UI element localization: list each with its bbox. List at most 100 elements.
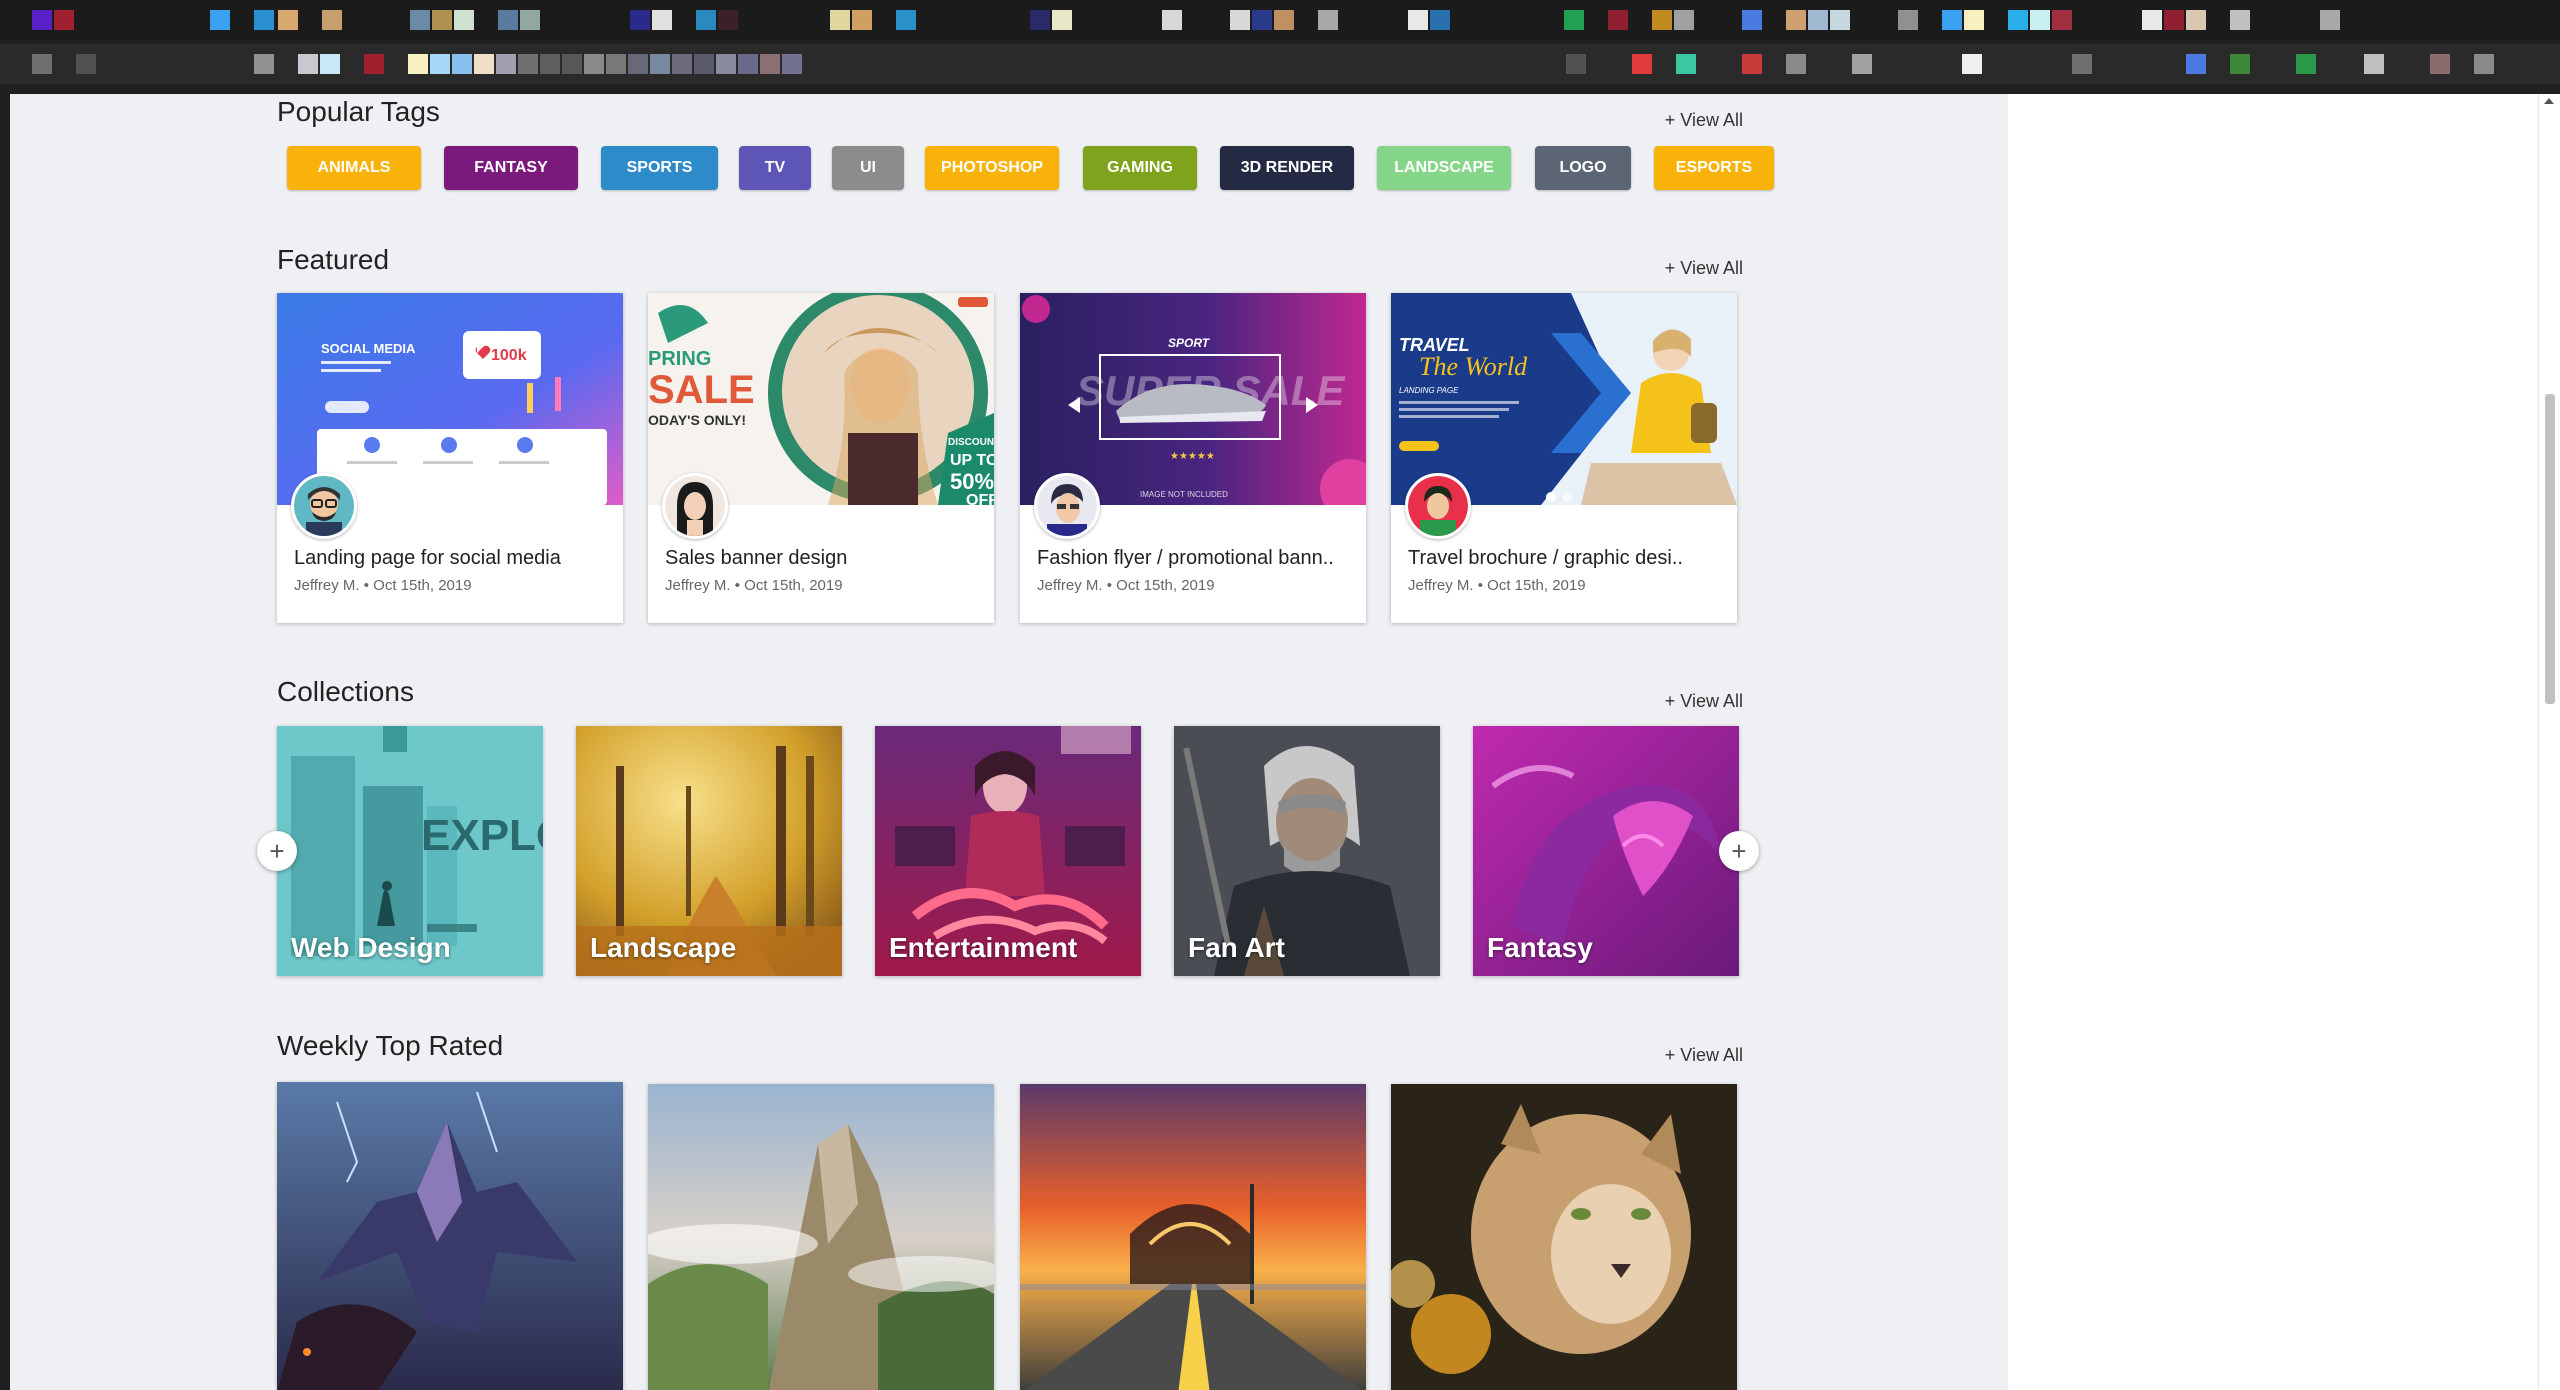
tab-favicon[interactable] bbox=[1830, 10, 1850, 30]
bookmark-icon[interactable] bbox=[760, 54, 780, 74]
bookmark-icon[interactable] bbox=[1632, 54, 1652, 74]
tag-sports[interactable]: SPORTS bbox=[601, 146, 718, 190]
bookmark-icon[interactable] bbox=[606, 54, 626, 74]
collection-card-fan-art[interactable]: Fan Art bbox=[1174, 726, 1440, 976]
top-rated-card-cougar[interactable] bbox=[1391, 1084, 1737, 1390]
tab-favicon[interactable] bbox=[652, 10, 672, 30]
bookmark-icon[interactable] bbox=[738, 54, 758, 74]
tab-favicon[interactable] bbox=[630, 10, 650, 30]
vertical-scrollbar[interactable] bbox=[2538, 94, 2560, 1390]
top-rated-card-mountain[interactable] bbox=[648, 1084, 994, 1390]
bookmark-icon[interactable] bbox=[2186, 54, 2206, 74]
tab-favicon[interactable] bbox=[696, 10, 716, 30]
tab-favicon[interactable] bbox=[1674, 10, 1694, 30]
collection-card-web-design[interactable]: EXPLO Web Design bbox=[277, 726, 543, 976]
card-author[interactable]: Jeffrey M. bbox=[294, 577, 360, 594]
top-rated-card-bridge[interactable] bbox=[1020, 1084, 1366, 1390]
collection-card-entertainment[interactable]: Entertainment bbox=[875, 726, 1141, 976]
popular-tags-view-all-link[interactable]: View All bbox=[1665, 110, 1743, 131]
tab-favicon[interactable] bbox=[1252, 10, 1272, 30]
bookmark-icon[interactable] bbox=[2072, 54, 2092, 74]
author-avatar[interactable] bbox=[1034, 473, 1100, 539]
tag-animals[interactable]: ANIMALS bbox=[287, 146, 421, 190]
featured-card[interactable]: TRAVEL The World LANDING PAGE Travel bro… bbox=[1391, 293, 1737, 623]
bookmark-icon[interactable] bbox=[628, 54, 648, 74]
tab-favicon[interactable] bbox=[1652, 10, 1672, 30]
weekly-top-rated-view-all-link[interactable]: View All bbox=[1665, 1045, 1743, 1066]
forward-icon[interactable] bbox=[76, 54, 96, 74]
tab-favicon[interactable] bbox=[1408, 10, 1428, 30]
tab-favicon[interactable] bbox=[1786, 10, 1806, 30]
tab-favicon[interactable] bbox=[2230, 10, 2250, 30]
bookmark-icon[interactable] bbox=[2230, 54, 2250, 74]
featured-card[interactable]: SOCIAL MEDIA 100k Landing page for socia… bbox=[277, 293, 623, 623]
featured-view-all-link[interactable]: View All bbox=[1665, 258, 1743, 279]
bookmark-icon[interactable] bbox=[584, 54, 604, 74]
tab-favicon[interactable] bbox=[1162, 10, 1182, 30]
tab-favicon[interactable] bbox=[2164, 10, 2184, 30]
tab-favicon[interactable] bbox=[2008, 10, 2028, 30]
tab-favicon[interactable] bbox=[520, 10, 540, 30]
tag-3d-render[interactable]: 3D RENDER bbox=[1220, 146, 1354, 190]
back-icon[interactable] bbox=[32, 54, 52, 74]
card-title[interactable]: Landing page for social media bbox=[294, 547, 561, 570]
tag-photoshop[interactable]: PHOTOSHOP bbox=[925, 146, 1059, 190]
tab-favicon[interactable] bbox=[1052, 10, 1072, 30]
bookmark-icon[interactable] bbox=[518, 54, 538, 74]
tab-favicon[interactable] bbox=[2142, 10, 2162, 30]
bookmark-icon[interactable] bbox=[716, 54, 736, 74]
tab-favicon[interactable] bbox=[1742, 10, 1762, 30]
bookmark-icon[interactable] bbox=[364, 54, 384, 74]
tag-tv[interactable]: TV bbox=[739, 146, 811, 190]
card-author[interactable]: Jeffrey M. bbox=[1408, 577, 1474, 594]
bookmark-icon[interactable] bbox=[1742, 54, 1762, 74]
card-title[interactable]: Fashion flyer / promotional bann.. bbox=[1037, 547, 1334, 570]
bookmark-icon[interactable] bbox=[1786, 54, 1806, 74]
tab-favicon[interactable] bbox=[1898, 10, 1918, 30]
bookmark-icon[interactable] bbox=[1962, 54, 1982, 74]
bookmark-icon[interactable] bbox=[650, 54, 670, 74]
featured-card[interactable]: SUPER SALE SPORT ★★★★★ IMAGE NOT INCLUDE… bbox=[1020, 293, 1366, 623]
tab-favicon[interactable] bbox=[830, 10, 850, 30]
scroll-up-arrow-icon[interactable] bbox=[2544, 98, 2554, 104]
tab-favicon[interactable] bbox=[410, 10, 430, 30]
bookmark-icon[interactable] bbox=[562, 54, 582, 74]
bookmark-icon[interactable] bbox=[1566, 54, 1586, 74]
tab-favicon[interactable] bbox=[1942, 10, 1962, 30]
tab-favicon[interactable] bbox=[1608, 10, 1628, 30]
collections-next-add-button[interactable]: + bbox=[1719, 831, 1759, 871]
tab-favicon[interactable] bbox=[1430, 10, 1450, 30]
collections-view-all-link[interactable]: View All bbox=[1665, 691, 1743, 712]
bookmark-icon[interactable] bbox=[474, 54, 494, 74]
author-avatar[interactable] bbox=[291, 473, 357, 539]
card-title[interactable]: Sales banner design bbox=[665, 547, 847, 570]
collection-card-landscape[interactable]: Landscape bbox=[576, 726, 842, 976]
tab-favicon[interactable] bbox=[1274, 10, 1294, 30]
bookmark-icon[interactable] bbox=[782, 54, 802, 74]
bookmark-icon[interactable] bbox=[496, 54, 516, 74]
tag-gaming[interactable]: GAMING bbox=[1083, 146, 1197, 190]
featured-card[interactable]: PRING SALE ODAY'S ONLY! DISCOUNT UP TO 5… bbox=[648, 293, 994, 623]
tab-favicon[interactable] bbox=[254, 10, 274, 30]
bookmark-icon[interactable] bbox=[2296, 54, 2316, 74]
bookmark-icon[interactable] bbox=[254, 54, 274, 74]
tab-favicon[interactable] bbox=[2186, 10, 2206, 30]
bookmark-icon[interactable] bbox=[2364, 54, 2384, 74]
tab-favicon[interactable] bbox=[54, 10, 74, 30]
tab-favicon[interactable] bbox=[852, 10, 872, 30]
bookmark-icon[interactable] bbox=[2430, 54, 2450, 74]
bookmark-icon[interactable] bbox=[1852, 54, 1872, 74]
tag-ui[interactable]: UI bbox=[832, 146, 904, 190]
card-author[interactable]: Jeffrey M. bbox=[665, 577, 731, 594]
tab-favicon[interactable] bbox=[454, 10, 474, 30]
author-avatar[interactable] bbox=[1405, 473, 1471, 539]
tab-favicon[interactable] bbox=[1964, 10, 1984, 30]
tab-favicon[interactable] bbox=[718, 10, 738, 30]
tab-favicon[interactable] bbox=[210, 10, 230, 30]
tab-favicon[interactable] bbox=[1318, 10, 1338, 30]
author-avatar[interactable] bbox=[662, 473, 728, 539]
bookmark-icon[interactable] bbox=[298, 54, 318, 74]
collection-card-fantasy[interactable]: Fantasy bbox=[1473, 726, 1739, 976]
tab-favicon[interactable] bbox=[2052, 10, 2072, 30]
tab-favicon[interactable] bbox=[896, 10, 916, 30]
